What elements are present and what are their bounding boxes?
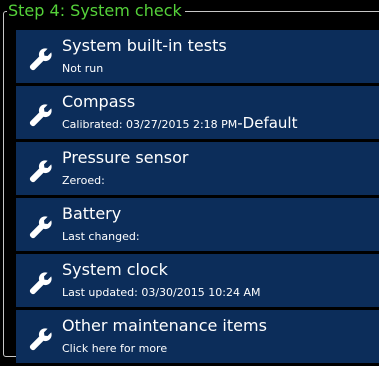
item-title: System built-in tests xyxy=(62,36,227,55)
item-subtitle: Zeroed: xyxy=(62,172,105,188)
item-subtitle-suffix: -Default xyxy=(237,114,298,132)
item-compass[interactable]: Compass Calibrated: 03/27/2015 2:18 PM-D… xyxy=(16,86,379,139)
system-check-list: System built-in tests Not run Compass Ca… xyxy=(16,30,379,366)
item-subtitle-text: Zeroed: xyxy=(62,174,105,187)
item-subtitle: Last changed: xyxy=(62,228,140,244)
wrench-icon xyxy=(28,158,54,184)
item-subtitle-text: Click here for more xyxy=(62,342,168,355)
item-title: Other maintenance items xyxy=(62,316,267,335)
item-subtitle-text: Last changed: xyxy=(62,230,140,243)
item-system-built-in-tests[interactable]: System built-in tests Not run xyxy=(16,30,379,83)
item-subtitle: Click here for more xyxy=(62,340,167,356)
item-subtitle: Not run xyxy=(62,60,103,76)
item-title: System clock xyxy=(62,260,168,279)
item-subtitle-text: Not run xyxy=(62,62,104,75)
item-pressure-sensor[interactable]: Pressure sensor Zeroed: xyxy=(16,142,379,195)
item-battery[interactable]: Battery Last changed: xyxy=(16,198,379,251)
item-title: Battery xyxy=(62,204,122,223)
item-subtitle: Calibrated: 03/27/2015 2:18 PM-Default xyxy=(62,116,298,132)
wrench-icon xyxy=(28,270,54,296)
item-system-clock[interactable]: System clock Last updated: 03/30/2015 10… xyxy=(16,254,379,307)
item-other-maintenance[interactable]: Other maintenance items Click here for m… xyxy=(16,310,379,363)
item-title: Pressure sensor xyxy=(62,148,189,167)
step-title: Step 4: System check xyxy=(7,2,185,20)
wrench-icon xyxy=(28,214,54,240)
wrench-icon xyxy=(28,102,54,128)
item-subtitle: Last updated: 03/30/2015 10:24 AM xyxy=(62,284,260,300)
item-title: Compass xyxy=(62,92,136,111)
wrench-icon xyxy=(28,326,54,352)
item-subtitle-text: Last updated: 03/30/2015 10:24 AM xyxy=(62,286,261,299)
item-subtitle-text: Calibrated: 03/27/2015 2:18 PM xyxy=(62,118,238,131)
wrench-icon xyxy=(28,46,54,72)
